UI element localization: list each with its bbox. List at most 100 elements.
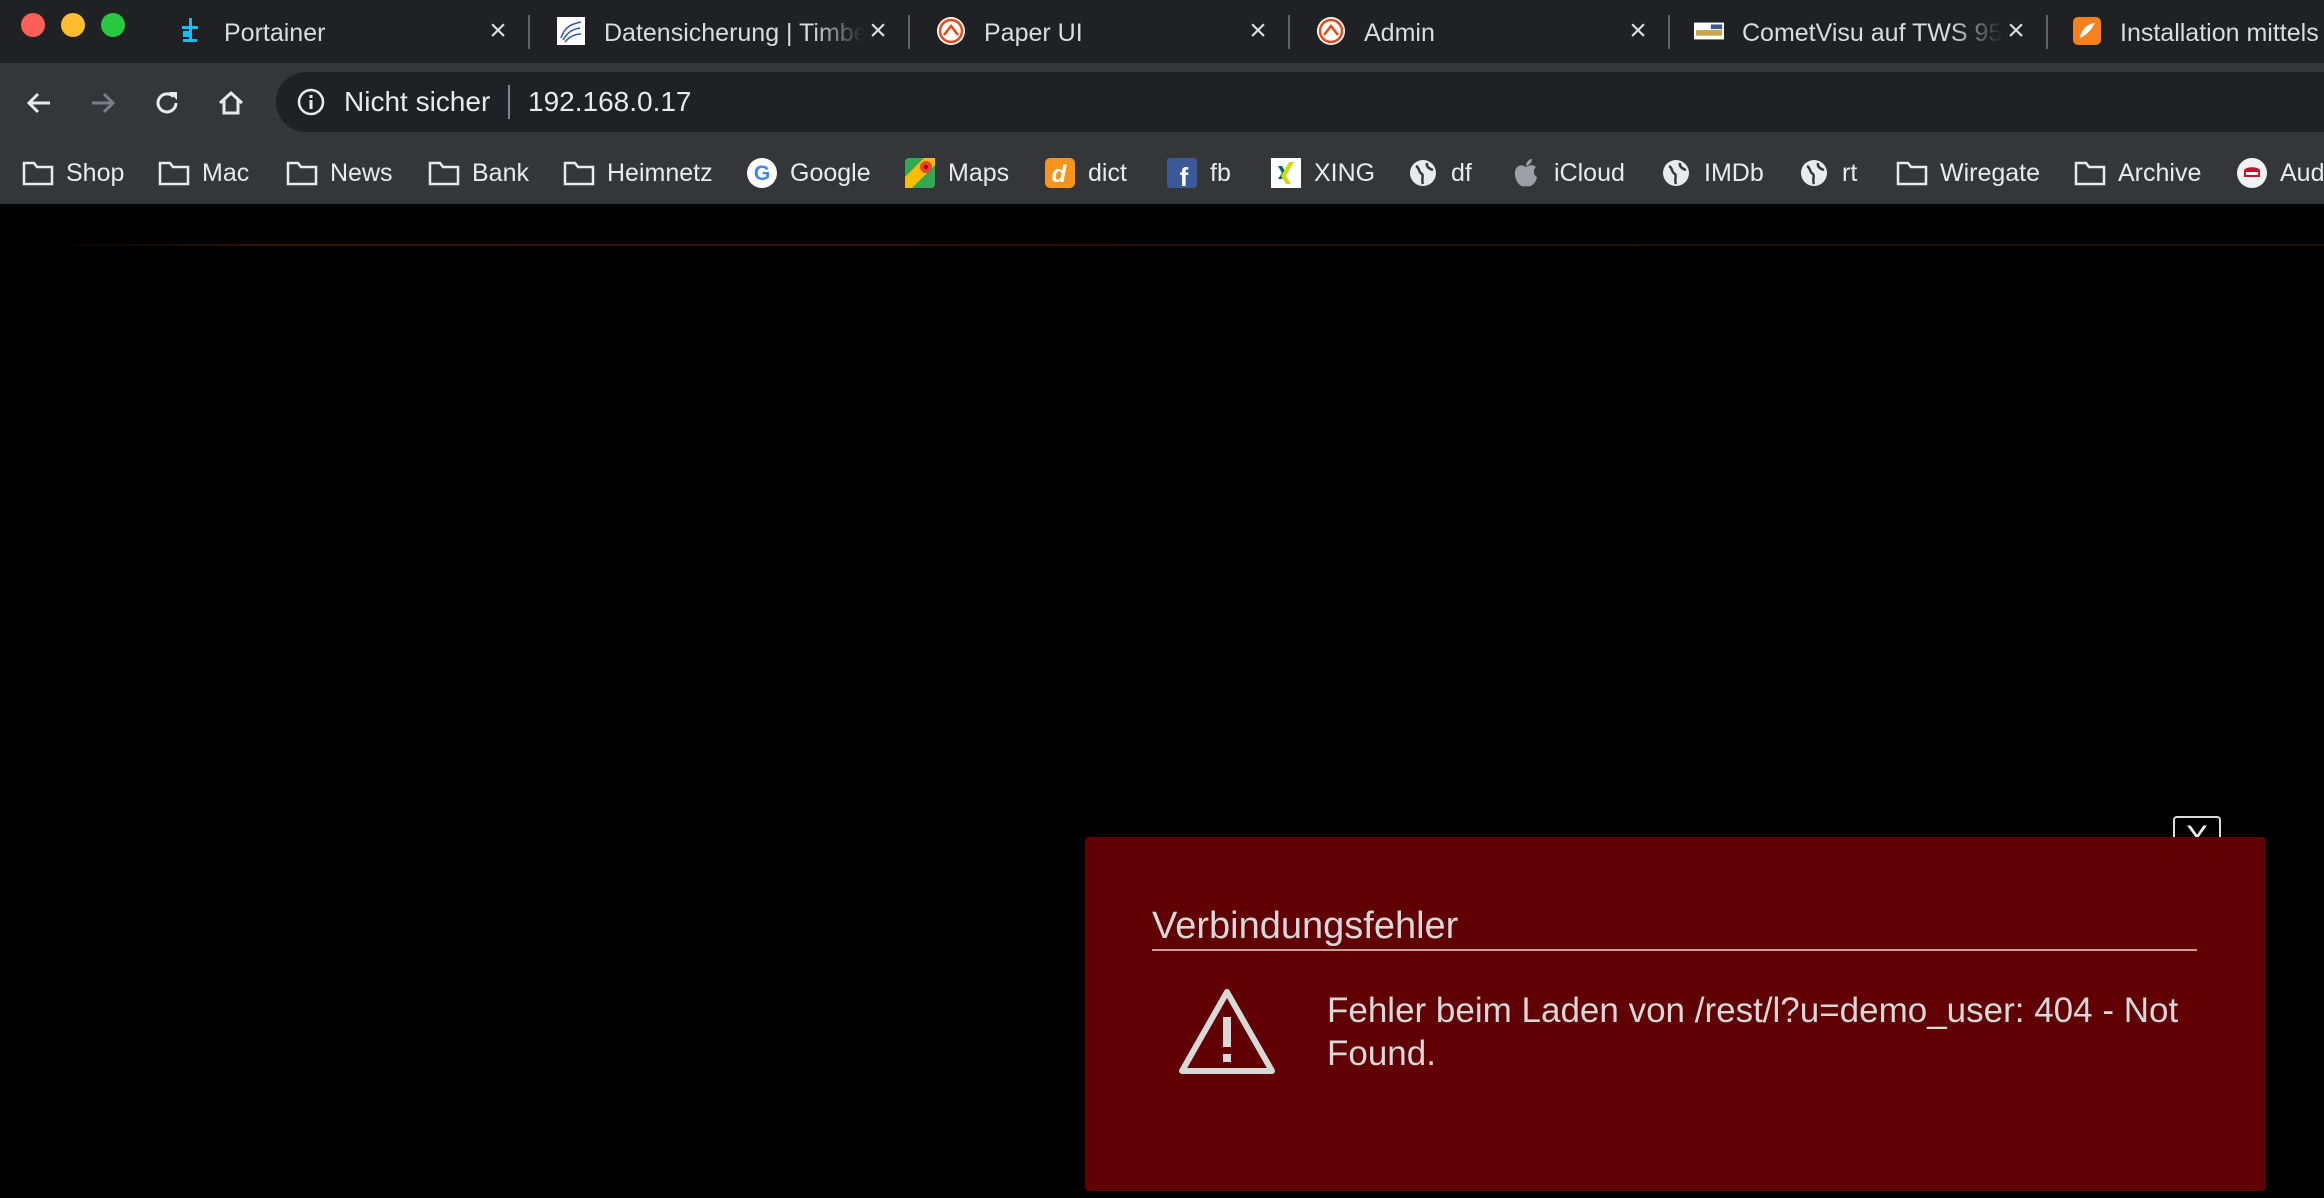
reload-icon [156,92,178,114]
bookmark-aud[interactable]: Aud [2236,141,2324,204]
bookmark-maps[interactable]: Maps [904,141,1009,204]
tab-title: CometVisu auf TWS 95 [1742,19,2002,47]
audi-icon [2236,157,2268,189]
bookmark-archive[interactable]: Archive [2074,141,2201,204]
folder-icon [158,157,190,189]
tab-title: Portainer [224,19,326,47]
reload-button[interactable] [145,81,189,125]
forward-button[interactable] [81,81,125,125]
openhab-icon [1316,16,1346,46]
google-icon: G [746,157,778,189]
bookmark-imdb[interactable]: IMDb [1660,141,1764,204]
tab-close-button[interactable]: × [1999,14,2033,48]
folder-icon [22,157,54,189]
tab-strip: Portainer × Datensicherung | Timbe × Pap… [0,0,2324,63]
error-dialog: Verbindungsfehler Fehler beim Laden von … [1085,837,2266,1191]
xing-icon [1270,157,1302,189]
url-text[interactable]: 192.168.0.17 [528,86,692,118]
bookmark-dict[interactable]: d dict [1044,141,1127,204]
bookmark-mac[interactable]: Mac [158,141,249,204]
bookmark-xing[interactable]: XING [1270,141,1375,204]
tab-separator [2046,15,2048,49]
bookmark-label: rt [1842,158,1858,187]
bookmark-label: Mac [202,158,250,187]
tab-cometvisu[interactable]: CometVisu auf TWS 95 × [1694,0,2074,63]
window-minimize-button[interactable] [61,13,85,37]
bookmark-label: fb [1210,158,1231,187]
tab-separator [528,15,530,49]
dict-icon: d [1044,157,1076,189]
window-zoom-button[interactable] [101,13,125,37]
bookmark-rt[interactable]: rt [1798,141,1857,204]
bookmark-label: IMDb [1704,158,1764,187]
apple-icon [1510,157,1542,189]
dialog-message: Fehler beim Laden von /rest/l?u=demo_use… [1327,991,2179,1073]
warning-icon [1179,989,1275,1074]
tab-datensicherung[interactable]: Datensicherung | Timbe × [556,0,936,63]
bookmark-heimnetz[interactable]: Heimnetz [563,141,713,204]
tab-title: Installation mittels D [2120,19,2324,47]
tab-separator [1668,15,1670,49]
bookmark-bank[interactable]: Bank [428,141,529,204]
globe-icon [1798,157,1830,189]
bookmark-news[interactable]: News [286,141,393,204]
tab-admin[interactable]: Admin × [1316,0,1696,63]
svg-text:G: G [754,162,770,185]
bookmark-label: Maps [948,158,1010,187]
arrow-right-icon [92,92,116,114]
bookmark-label: Aud [2280,158,2324,187]
page-content: X Verbindungsfehler Fehler beim Laden vo… [0,204,2324,1198]
bookmark-icloud[interactable]: iCloud [1510,141,1625,204]
portainer-icon [176,16,206,46]
bookmark-label: df [1451,158,1472,187]
tab-portainer[interactable]: Portainer × [176,0,556,63]
tab-close-button[interactable]: × [1621,14,1655,48]
bookmarks-bar: Shop Mac News Bank Heimnetz G Google Map… [0,141,2324,205]
folder-icon [286,157,318,189]
home-icon [218,90,244,115]
maps-icon [904,157,936,189]
address-bar[interactable]: Nicht sicher 192.168.0.17 [276,72,2324,132]
folder-icon [2074,157,2106,189]
svg-text:d: d [1052,161,1068,188]
globe-icon [1407,157,1439,189]
bookmark-google[interactable]: G Google [746,141,871,204]
bookmark-label: News [330,158,393,187]
tab-close-button[interactable]: × [861,14,895,48]
tab-title: Datensicherung | Timbe [604,19,864,47]
tab-paper-ui[interactable]: Paper UI × [936,0,1316,63]
bookmark-label: Wiregate [1940,158,2041,187]
folder-icon [428,157,460,189]
arrow-left-icon [26,92,50,114]
folder-icon [563,157,595,189]
tab-close-button[interactable]: × [481,14,515,48]
tab-separator [908,15,910,49]
bookmark-fb[interactable]: f fb [1166,141,1231,204]
browser-toolbar: Nicht sicher 192.168.0.17 [0,63,2324,141]
bookmark-label: Heimnetz [607,158,713,187]
window-close-button[interactable] [21,13,45,37]
bookmark-label: Bank [472,158,529,187]
tab-installation[interactable]: Installation mittels D [2072,0,2324,63]
cometvisu-icon [1694,16,1724,46]
tab-separator [1288,15,1290,49]
bookmark-label: dict [1088,158,1127,187]
svg-text:f: f [1180,162,1189,189]
bookmark-wiregate[interactable]: Wiregate [1896,141,2040,204]
address-divider [508,85,510,119]
home-button[interactable] [209,81,253,125]
globe-icon [1660,157,1692,189]
timberwolf-icon [556,16,586,46]
faint-divider-line [40,244,2324,246]
bookmark-shop[interactable]: Shop [22,141,124,204]
security-label[interactable]: Nicht sicher [344,86,490,118]
bookmark-df[interactable]: df [1407,141,1472,204]
tab-close-button[interactable]: × [1241,14,1275,48]
back-button[interactable] [17,81,61,125]
info-icon[interactable] [296,87,326,117]
dialog-title: Verbindungsfehler [1152,903,2197,951]
tab-title: Admin [1364,19,1435,47]
folder-icon [1896,157,1928,189]
bookmark-label: XING [1314,158,1376,187]
bookmark-label: Google [790,158,871,187]
